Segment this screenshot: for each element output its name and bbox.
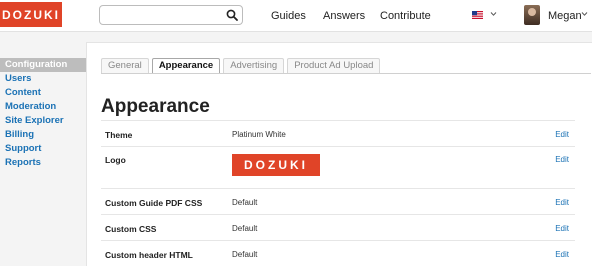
tab-appearance[interactable]: Appearance — [151, 58, 221, 74]
setting-label: Theme — [105, 130, 133, 140]
search-box[interactable] — [99, 5, 243, 26]
logo-text: DOZUKI — [2, 7, 60, 22]
logo-preview-text: DOZUKI — [244, 158, 308, 172]
edit-logo-link[interactable]: Edit — [555, 155, 569, 164]
sidebar-item-support[interactable]: Support — [0, 142, 86, 156]
us-flag-icon[interactable] — [472, 11, 483, 19]
tab-product-ad-upload[interactable]: Product Ad Upload — [287, 58, 381, 74]
setting-row-theme: Theme Platinum White Edit — [101, 120, 575, 146]
sidebar-item-configuration[interactable]: Configuration — [0, 58, 86, 72]
language-chevron-down-icon[interactable] — [490, 11, 497, 17]
sidebar-item-reports[interactable]: Reports — [0, 156, 86, 170]
search-icon[interactable] — [226, 9, 238, 21]
sidebar-item-billing[interactable]: Billing — [0, 128, 86, 142]
setting-row-custom-css: Custom CSS Default Edit — [101, 214, 575, 240]
dozuki-logo[interactable]: DOZUKI — [0, 2, 62, 27]
setting-value: Default — [232, 250, 258, 259]
settings-panel: General Appearance Advertising Product A… — [86, 42, 592, 266]
page-title: Appearance — [101, 96, 210, 117]
site-logo-preview: DOZUKI — [232, 154, 320, 176]
tab-general[interactable]: General — [101, 58, 149, 74]
setting-value: Default — [232, 224, 258, 233]
setting-label: Custom header HTML — [105, 250, 193, 260]
settings-tabs: General Appearance Advertising Product A… — [101, 58, 383, 74]
tab-divider — [101, 73, 591, 74]
sidebar-item-content[interactable]: Content — [0, 86, 86, 100]
setting-label: Custom Guide PDF CSS — [105, 198, 203, 208]
admin-sidebar: Configuration Users Content Moderation S… — [0, 58, 86, 170]
edit-custom-header-html-link[interactable]: Edit — [555, 250, 569, 259]
edit-theme-link[interactable]: Edit — [555, 130, 569, 139]
nav-link-guides[interactable]: Guides — [271, 10, 306, 22]
sidebar-item-moderation[interactable]: Moderation — [0, 100, 86, 114]
user-menu-chevron-down-icon[interactable] — [581, 11, 588, 17]
edit-custom-css-link[interactable]: Edit — [555, 224, 569, 233]
nav-link-answers[interactable]: Answers — [323, 10, 365, 22]
setting-value: Default — [232, 198, 258, 207]
tab-advertising[interactable]: Advertising — [223, 58, 285, 74]
setting-row-logo: Logo DOZUKI Edit — [101, 146, 575, 188]
user-avatar[interactable] — [524, 5, 540, 25]
user-name[interactable]: Megan — [548, 10, 582, 22]
setting-label: Custom CSS — [105, 224, 157, 234]
nav-link-contribute[interactable]: Contribute — [380, 10, 431, 22]
setting-value: Platinum White — [232, 130, 286, 139]
setting-label: Logo — [105, 155, 126, 165]
top-navigation-bar: DOZUKI Guides Answers Contribute Megan — [0, 0, 592, 32]
sidebar-item-site-explorer[interactable]: Site Explorer — [0, 114, 86, 128]
setting-row-custom-header-html: Custom header HTML Default Edit — [101, 240, 575, 266]
edit-custom-guide-pdf-css-link[interactable]: Edit — [555, 198, 569, 207]
sidebar-item-users[interactable]: Users — [0, 72, 86, 86]
search-input[interactable] — [106, 7, 226, 26]
setting-row-custom-guide-pdf-css: Custom Guide PDF CSS Default Edit — [101, 188, 575, 214]
